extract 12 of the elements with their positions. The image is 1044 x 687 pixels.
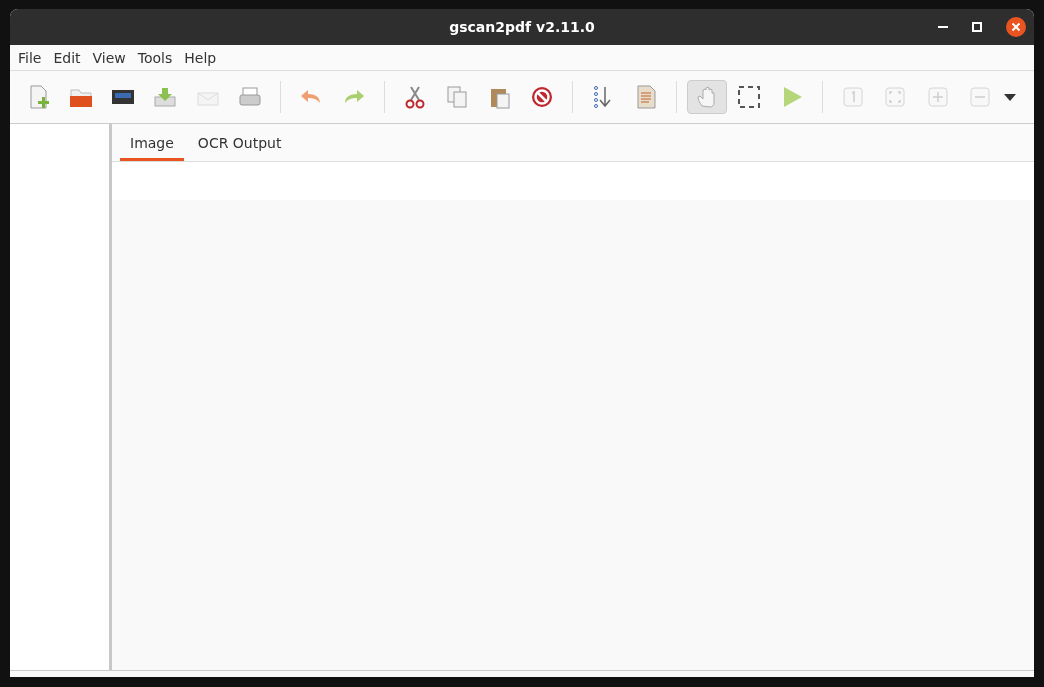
window-title: gscan2pdf v2.11.0 bbox=[449, 19, 595, 35]
menu-item[interactable]: Help bbox=[178, 49, 223, 66]
menu-item[interactable]: Tools bbox=[131, 49, 179, 66]
tab[interactable]: OCR Output bbox=[187, 124, 292, 161]
menu-item[interactable]: Edit bbox=[47, 49, 87, 66]
selection-icon bbox=[736, 84, 763, 110]
dropdown-arrow-icon[interactable] bbox=[1004, 93, 1016, 101]
maximize-icon[interactable] bbox=[972, 22, 982, 32]
menu-item[interactable]: View bbox=[86, 49, 132, 66]
menu-item[interactable]: File bbox=[12, 49, 48, 66]
minimize-icon[interactable] bbox=[938, 25, 948, 29]
close-icon[interactable] bbox=[1006, 17, 1026, 37]
